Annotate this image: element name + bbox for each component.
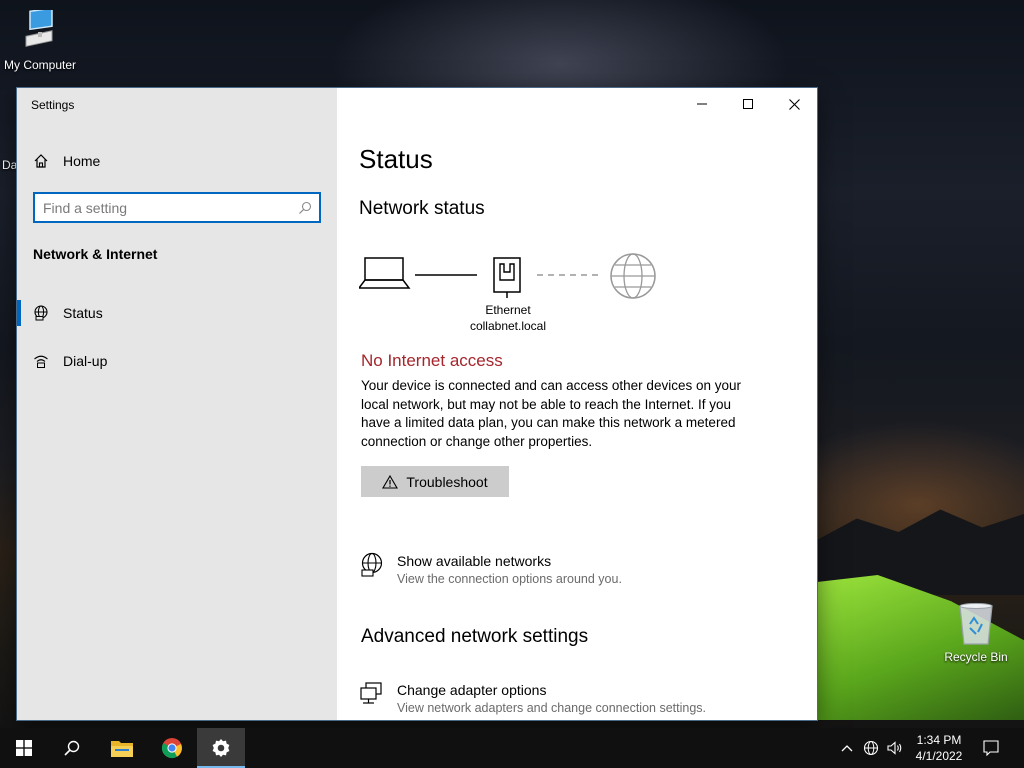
globe-network-icon	[361, 552, 383, 577]
sidebar-item-dial-up[interactable]: Dial-up	[17, 348, 337, 374]
sidebar-section-title: Network & Internet	[33, 246, 158, 262]
search-input[interactable]	[35, 194, 291, 221]
taskbar-chrome[interactable]	[148, 728, 196, 768]
maximize-icon	[743, 99, 753, 109]
clock-time: 1:34 PM	[916, 733, 962, 747]
action-center-button[interactable]	[978, 728, 1004, 768]
tray-volume[interactable]	[884, 728, 906, 768]
settings-sidebar: Settings Home Network & Internet	[17, 88, 337, 720]
show-available-networks-link[interactable]: Show available networks View the connect…	[359, 552, 622, 588]
home-label: Home	[63, 153, 101, 169]
connection-description: Your device is connected and can access …	[361, 378, 741, 449]
windows-logo-icon	[16, 740, 32, 756]
warning-icon	[382, 474, 399, 489]
adapter-name: Ethernet	[485, 303, 531, 317]
laptop-icon	[359, 257, 411, 289]
close-button[interactable]	[771, 92, 817, 116]
sidebar-item-status[interactable]: Status	[17, 300, 337, 326]
minimize-icon	[697, 103, 707, 105]
start-button[interactable]	[0, 728, 48, 768]
notification-icon	[983, 740, 999, 756]
speaker-icon	[887, 741, 902, 755]
recycle-bin-desktop-icon[interactable]: Recycle Bin	[940, 602, 1012, 664]
taskbar-clock[interactable]: 1:34 PM 4/1/2022	[904, 732, 974, 764]
sidebar-item-label: Dial-up	[63, 353, 108, 369]
ethernet-label: Ethernet collabnet.local	[455, 302, 561, 334]
minimize-button[interactable]	[679, 92, 725, 116]
sidebar-item-home[interactable]: Home	[17, 148, 337, 174]
troubleshoot-label: Troubleshoot	[406, 473, 488, 490]
search-icon[interactable]	[291, 201, 319, 215]
taskbar-settings[interactable]	[197, 728, 245, 768]
page-title: Status	[359, 144, 433, 174]
network-adapter-icon	[360, 682, 382, 704]
network-name: collabnet.local	[469, 319, 547, 333]
recycle-bin-icon	[959, 603, 993, 645]
internet-globe-icon	[610, 253, 656, 299]
close-icon	[788, 98, 800, 110]
tray-show-hidden-icons[interactable]	[836, 728, 858, 768]
network-globe-icon	[863, 740, 879, 756]
connection-alert: No Internet access	[361, 351, 503, 370]
troubleshoot-button[interactable]: Troubleshoot	[361, 466, 509, 497]
change-adapter-options-link[interactable]: Change adapter options View network adap…	[359, 681, 706, 717]
window-title: Settings	[31, 98, 75, 112]
adapter-options-title: Change adapter options	[397, 682, 547, 698]
settings-content: Status Network status Ethernet collabnet…	[337, 88, 817, 720]
my-computer-label: My Computer	[3, 58, 77, 72]
search-box	[33, 192, 321, 223]
adapter-options-subtitle: View network adapters and change connect…	[397, 701, 706, 715]
taskbar-search-button[interactable]	[48, 728, 96, 768]
desktop-truncated-label: Da	[2, 158, 18, 172]
globe-icon	[34, 305, 48, 321]
advanced-settings-heading: Advanced network settings	[361, 626, 589, 647]
my-computer-desktop-icon[interactable]: My Computer	[0, 10, 80, 72]
clock-date: 4/1/2022	[915, 749, 963, 763]
maximize-button[interactable]	[725, 92, 771, 116]
taskbar-file-explorer[interactable]	[98, 728, 146, 768]
folder-icon	[111, 741, 133, 757]
chrome-icon	[161, 738, 182, 759]
search-icon	[64, 740, 80, 756]
network-status-heading: Network status	[359, 198, 485, 219]
show-networks-title: Show available networks	[397, 553, 552, 569]
show-networks-subtitle: View the connection options around you.	[397, 572, 622, 586]
chevron-up-icon	[841, 745, 853, 752]
gear-icon	[212, 739, 230, 757]
home-icon	[34, 154, 48, 168]
sidebar-item-label: Status	[63, 305, 103, 321]
tray-network[interactable]	[860, 728, 882, 768]
ethernet-icon	[493, 257, 521, 298]
recycle-bin-label: Recycle Bin	[944, 650, 1008, 664]
computer-icon	[25, 10, 53, 47]
settings-window: Settings Home Network & Internet	[17, 88, 817, 720]
dial-up-icon	[34, 355, 48, 368]
taskbar: 1:34 PM 4/1/2022	[0, 728, 1024, 768]
